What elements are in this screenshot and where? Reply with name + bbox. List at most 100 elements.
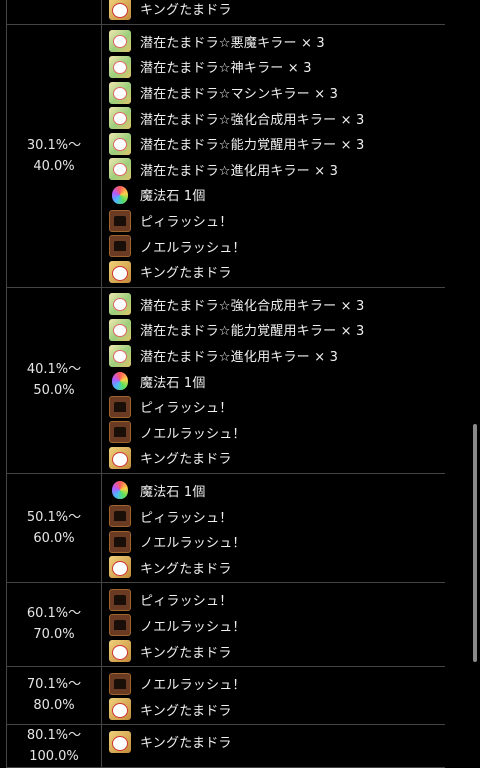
hp-range-cell: 80.1%〜 100.0% bbox=[7, 725, 102, 768]
reward-item: 潜在たまドラ☆進化用キラー × 3 bbox=[102, 343, 445, 369]
reward-item: ピィラッシュ！ bbox=[102, 587, 445, 613]
tamadra-icon bbox=[109, 55, 131, 78]
reward-group: 40.1%〜 50.0% 潜在たまドラ☆強化合成用キラー × 3 潜在たまドラ☆能力覚… bbox=[7, 287, 445, 474]
hp-range-start: 80.1%〜 bbox=[26, 728, 82, 744]
tamadra-icon bbox=[109, 293, 131, 316]
rush-icon bbox=[109, 614, 131, 637]
reward-label: キングたまドラ bbox=[140, 561, 232, 577]
king-tamadra-icon bbox=[109, 0, 131, 20]
scrollbar[interactable] bbox=[473, 424, 477, 662]
reward-label: キングたまドラ bbox=[140, 645, 232, 661]
reward-label: ピィラッシュ！ bbox=[140, 215, 233, 231]
reward-label: キングたまドラ bbox=[140, 266, 232, 282]
king-tamadra-icon bbox=[109, 698, 131, 721]
reward-list: ノエルラッシュ！ キングたまドラ bbox=[102, 667, 445, 724]
tamadra-icon bbox=[109, 107, 131, 130]
reward-group: 80.1%〜 100.0% キングたまドラ bbox=[7, 725, 445, 768]
reward-list: キングたまドラ bbox=[102, 0, 445, 24]
reward-label: 潜在たまドラ☆進化用キラー × 3 bbox=[140, 350, 339, 366]
reward-item: 潜在たまドラ☆強化合成用キラー × 3 bbox=[102, 105, 445, 131]
reward-item: キングたまドラ bbox=[102, 554, 445, 580]
reward-list: 魔法石 1個ピィラッシュ！ ノエルラッシュ！ キングたまドラ bbox=[102, 474, 445, 582]
reward-item: 魔法石 1個 bbox=[102, 478, 445, 504]
magic-stone-icon bbox=[109, 184, 131, 206]
magic-stone-icon bbox=[109, 370, 131, 392]
reward-item: 潜在たまドラ☆マシンキラー × 3 bbox=[102, 80, 445, 106]
reward-item: 潜在たまドラ☆能力覚醒用キラー × 3 bbox=[102, 131, 445, 157]
rush-icon bbox=[109, 588, 131, 611]
reward-group: キングたまドラ bbox=[7, 0, 445, 25]
reward-label: 魔法石 1個 bbox=[140, 375, 206, 391]
reward-list: 潜在たまドラ☆強化合成用キラー × 3 潜在たまドラ☆能力覚醒用キラー × 3 潜在… bbox=[102, 288, 445, 473]
hp-range-start: 60.1%〜 bbox=[26, 606, 82, 622]
reward-label: 潜在たまドラ☆能力覚醒用キラー × 3 bbox=[140, 324, 365, 340]
reward-item: ピィラッシュ！ bbox=[102, 208, 445, 234]
king-tamadra-icon bbox=[109, 260, 131, 283]
rush-icon bbox=[109, 235, 131, 258]
reward-label: ノエルラッシュ！ bbox=[140, 619, 246, 635]
reward-label: ピィラッシュ！ bbox=[140, 594, 233, 610]
reward-item: キングたまドラ bbox=[102, 696, 445, 722]
hp-range-cell: 60.1%〜 70.0% bbox=[7, 583, 102, 666]
hp-range-start: 70.1%〜 bbox=[26, 677, 82, 693]
tamadra-icon bbox=[109, 132, 131, 155]
reward-label: ピィラッシュ！ bbox=[140, 401, 233, 417]
reward-label: 潜在たまドラ☆強化合成用キラー × 3 bbox=[140, 298, 365, 314]
reward-label: キングたまドラ bbox=[140, 3, 232, 19]
rush-icon bbox=[109, 530, 131, 553]
tamadra-icon bbox=[109, 81, 131, 104]
reward-label: 潜在たまドラ☆悪魔キラー × 3 bbox=[140, 35, 325, 51]
hp-range-cell: 40.1%〜 50.0% bbox=[7, 287, 102, 473]
hp-range-end: 80.0% bbox=[33, 698, 75, 714]
hp-range-end: 70.0% bbox=[33, 627, 75, 643]
reward-item: ピィラッシュ！ bbox=[102, 503, 445, 529]
reward-list: キングたまドラ bbox=[102, 725, 445, 767]
reward-item: ノエルラッシュ！ bbox=[102, 420, 445, 446]
reward-label: ノエルラッシュ！ bbox=[140, 678, 246, 694]
tamadra-icon bbox=[109, 158, 131, 181]
rush-icon bbox=[109, 505, 131, 528]
reward-item: ピィラッシュ！ bbox=[102, 394, 445, 420]
reward-item: キングたまドラ bbox=[102, 259, 445, 285]
reward-item: キングたまドラ bbox=[102, 445, 445, 471]
reward-item: ノエルラッシュ！ bbox=[102, 529, 445, 555]
reward-label: 潜在たまドラ☆進化用キラー × 3 bbox=[140, 163, 339, 179]
reward-item: キングたまドラ bbox=[102, 0, 445, 22]
reward-item: キングたまドラ bbox=[102, 729, 445, 755]
hp-range-end: 100.0% bbox=[29, 749, 79, 765]
reward-label: ノエルラッシュ！ bbox=[140, 426, 246, 442]
king-tamadra-icon bbox=[109, 730, 131, 753]
hp-range-end: 50.0% bbox=[33, 383, 75, 399]
reward-label: ピィラッシュ！ bbox=[140, 510, 233, 526]
reward-item: ノエルラッシュ！ bbox=[102, 671, 445, 697]
magic-stone-icon bbox=[109, 479, 131, 501]
reward-label: ノエルラッシュ！ bbox=[140, 536, 246, 552]
reward-list: ピィラッシュ！ ノエルラッシュ！ キングたまドラ bbox=[102, 583, 445, 666]
reward-group: 70.1%〜 80.0% ノエルラッシュ！ キングたまドラ bbox=[7, 666, 445, 726]
reward-label: キングたまドラ bbox=[140, 736, 232, 752]
tamadra-icon bbox=[109, 318, 131, 341]
tamadra-icon bbox=[109, 344, 131, 367]
king-tamadra-icon bbox=[109, 446, 131, 469]
reward-list: 潜在たまドラ☆悪魔キラー × 3 潜在たまドラ☆神キラー × 3 潜在たまドラ☆マシ… bbox=[102, 25, 445, 287]
tamadra-icon bbox=[109, 30, 131, 53]
reward-item: 潜在たまドラ☆進化用キラー × 3 bbox=[102, 157, 445, 183]
hp-range-cell: 30.1%〜 40.0% bbox=[7, 24, 102, 287]
reward-group: 30.1%〜 40.0% 潜在たまドラ☆悪魔キラー × 3 潜在たまドラ☆神キラー ×… bbox=[7, 24, 445, 288]
hp-range-cell: 50.1%〜 60.0% bbox=[7, 473, 102, 583]
reward-label: 魔法石 1個 bbox=[140, 189, 206, 205]
hp-range-start: 40.1%〜 bbox=[26, 362, 82, 378]
reward-group: 50.1%〜 60.0% 魔法石 1個ピィラッシュ！ ノエルラッシュ！ キングたまドラ bbox=[7, 473, 445, 584]
reward-item: キングたまドラ bbox=[102, 638, 445, 664]
reward-item: 魔法石 1個 bbox=[102, 368, 445, 394]
reward-label: キングたまドラ bbox=[140, 452, 232, 468]
hp-range-end: 40.0% bbox=[33, 158, 75, 174]
rush-icon bbox=[109, 421, 131, 444]
hp-range-end: 60.0% bbox=[33, 530, 75, 546]
hp-range-start: 30.1%〜 bbox=[26, 137, 82, 153]
reward-label: 魔法石 1個 bbox=[140, 484, 206, 500]
rush-icon bbox=[109, 209, 131, 232]
reward-group: 60.1%〜 70.0% ピィラッシュ！ ノエルラッシュ！ キングたまドラ bbox=[7, 583, 445, 667]
reward-item: 潜在たまドラ☆悪魔キラー × 3 bbox=[102, 29, 445, 55]
reward-item: 魔法石 1個 bbox=[102, 182, 445, 208]
